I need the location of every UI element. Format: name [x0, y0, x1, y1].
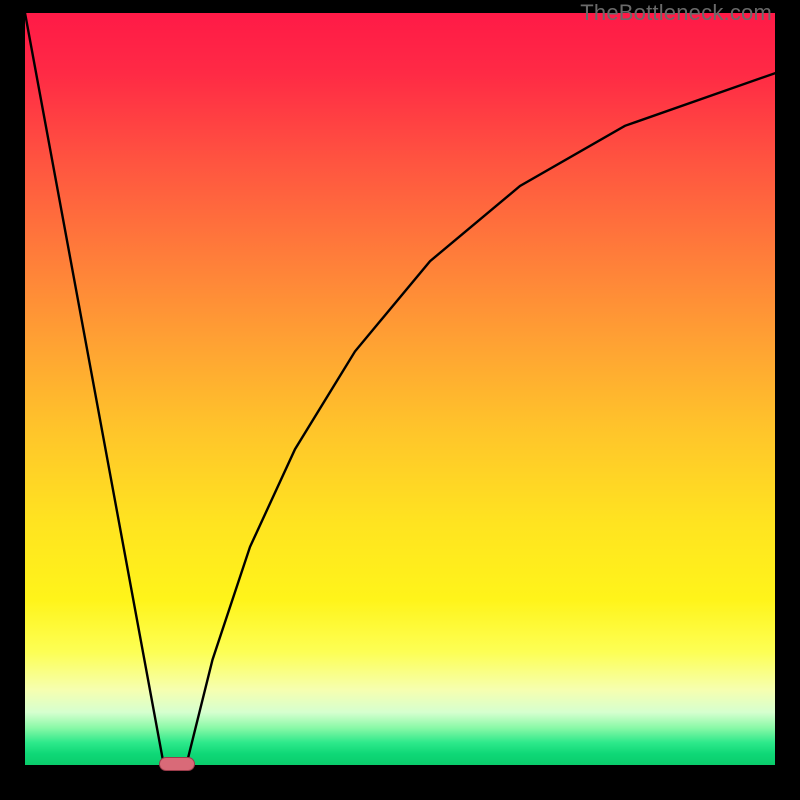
watermark-text: TheBottleneck.com	[580, 0, 772, 26]
chart-frame: TheBottleneck.com	[0, 0, 800, 800]
optimal-range-marker	[159, 757, 196, 771]
bottleneck-curve	[25, 13, 775, 765]
plot-area	[25, 13, 775, 765]
